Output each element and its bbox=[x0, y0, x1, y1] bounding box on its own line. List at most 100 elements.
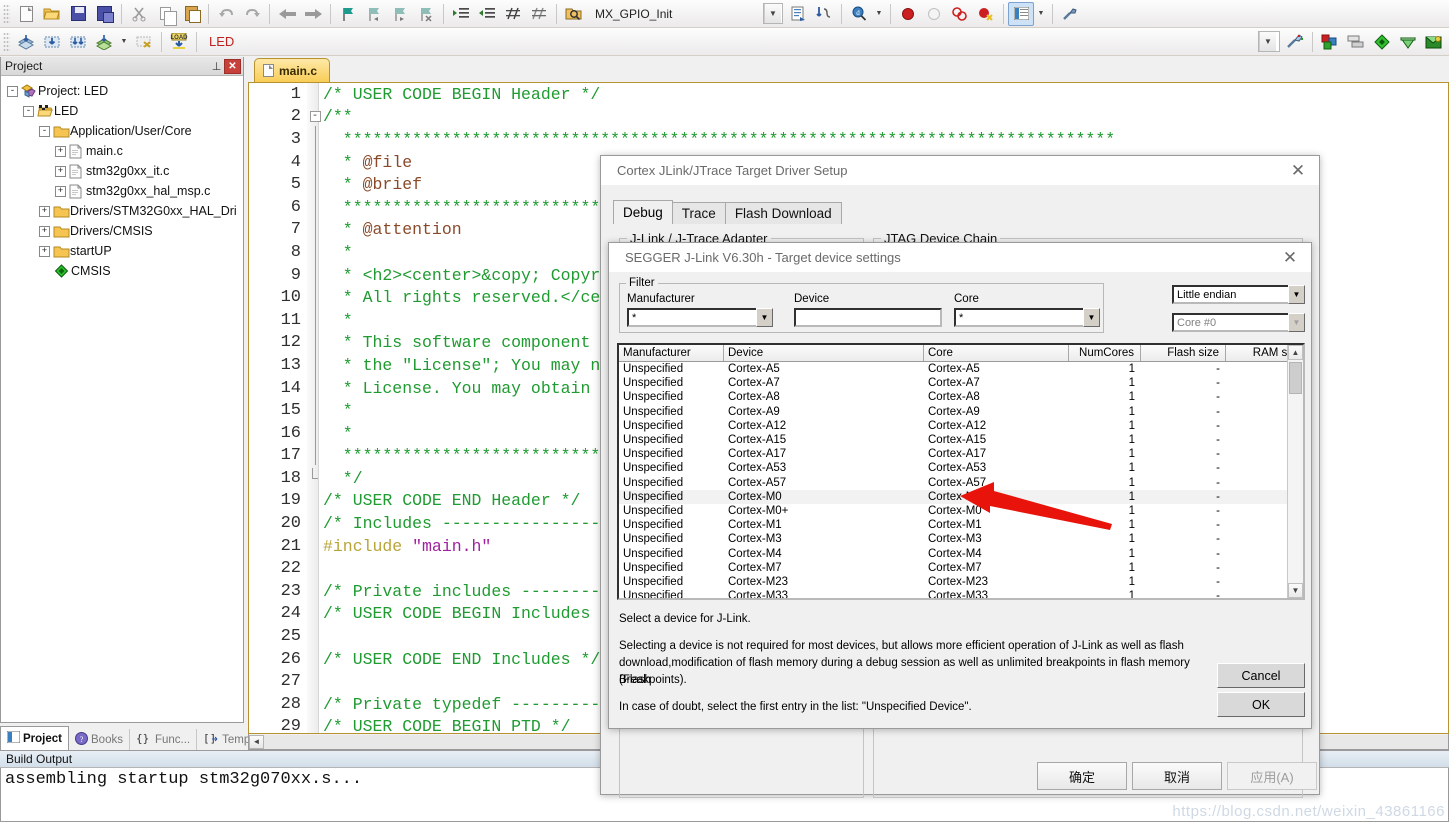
find-options-dropdown[interactable]: ▼ bbox=[872, 2, 886, 26]
panel-tab-project[interactable]: Project bbox=[0, 726, 69, 750]
tree-item-cmsis[interactable]: CMSIS bbox=[7, 261, 243, 281]
device-row[interactable]: UnspecifiedCortex-M0Cortex-M01-- bbox=[619, 489, 1303, 504]
indent-left-icon[interactable] bbox=[474, 2, 500, 26]
manufacturer-filter-combo[interactable]: * ▼ bbox=[627, 308, 773, 327]
device-row[interactable]: UnspecifiedCortex-A7Cortex-A71-- bbox=[619, 376, 1303, 390]
tree-item-project-led[interactable]: - Project: LED bbox=[7, 81, 243, 101]
endianness-combo[interactable]: Little endian ▼ bbox=[1172, 285, 1305, 304]
device-row[interactable]: UnspecifiedCortex-A8Cortex-A81-- bbox=[619, 390, 1303, 404]
device-table-scrollbar[interactable]: ▲ ▼ bbox=[1287, 345, 1303, 598]
column-header-manufacturer[interactable]: Manufacturer bbox=[619, 345, 724, 361]
column-header-core[interactable]: Core bbox=[924, 345, 1069, 361]
save-icon[interactable] bbox=[65, 2, 91, 26]
expand-icon[interactable]: + bbox=[39, 205, 50, 217]
collapse-icon[interactable]: - bbox=[39, 125, 50, 137]
bookmark-next-icon[interactable] bbox=[387, 2, 413, 26]
device-row[interactable]: UnspecifiedCortex-M7Cortex-M71-- bbox=[619, 561, 1303, 575]
find-in-files-icon[interactable]: d bbox=[846, 2, 872, 26]
rebuild-icon[interactable] bbox=[65, 30, 91, 54]
pack-installer-green-icon[interactable] bbox=[1421, 30, 1447, 54]
driver-tab-flash-download[interactable]: Flash Download bbox=[724, 202, 842, 224]
function-combo-dropdown[interactable]: ▼ bbox=[763, 3, 783, 24]
disable-all-breakpoints-icon[interactable] bbox=[947, 2, 973, 26]
manage-project-items-icon[interactable] bbox=[1317, 30, 1343, 54]
expand-icon[interactable]: + bbox=[55, 165, 66, 177]
remove-component-icon[interactable] bbox=[1369, 30, 1395, 54]
project-window-icon[interactable] bbox=[1008, 1, 1034, 26]
uncomment-icon[interactable] bbox=[526, 2, 552, 26]
tree-item-led[interactable]: - LED bbox=[7, 101, 243, 121]
comment-icon[interactable] bbox=[500, 2, 526, 26]
device-row[interactable]: UnspecifiedCortex-M23Cortex-M231-- bbox=[619, 575, 1303, 589]
device-row[interactable]: UnspecifiedCortex-M0+Cortex-M01-- bbox=[619, 504, 1303, 518]
driver-tab-trace[interactable]: Trace bbox=[671, 202, 726, 224]
bookmark-prev-icon[interactable] bbox=[361, 2, 387, 26]
collapse-icon[interactable]: - bbox=[23, 105, 34, 117]
copy-icon[interactable] bbox=[152, 2, 178, 26]
translate-icon[interactable] bbox=[13, 30, 39, 54]
toolbar-grip[interactable] bbox=[3, 3, 10, 24]
cancel-button[interactable]: 取消 bbox=[1132, 762, 1222, 790]
close-icon[interactable]: ✕ bbox=[1277, 156, 1319, 185]
tree-item-startup[interactable]: + startUP bbox=[7, 241, 243, 261]
device-row[interactable]: UnspecifiedCortex-M33Cortex-M331-- bbox=[619, 589, 1303, 598]
open-file-icon[interactable] bbox=[39, 2, 65, 26]
device-row[interactable]: UnspecifiedCortex-A17Cortex-A171-- bbox=[619, 447, 1303, 461]
tree-item-drivers-stm32g0xx-hal-dri[interactable]: + Drivers/STM32G0xx_HAL_Dri bbox=[7, 201, 243, 221]
panel-tab-func[interactable]: {} Func... bbox=[130, 729, 198, 750]
cut-icon[interactable] bbox=[126, 2, 152, 26]
device-row[interactable]: UnspecifiedCortex-A57Cortex-A571-- bbox=[619, 476, 1303, 490]
redo-icon[interactable] bbox=[239, 2, 265, 26]
close-icon[interactable]: ✕ bbox=[1269, 243, 1311, 272]
disable-breakpoint-icon[interactable] bbox=[921, 2, 947, 26]
bookmark-clear-icon[interactable] bbox=[413, 2, 439, 26]
undo-icon[interactable] bbox=[213, 2, 239, 26]
function-browse-icon[interactable] bbox=[561, 2, 587, 26]
scroll-up-icon[interactable]: ▲ bbox=[1288, 345, 1303, 360]
target-options-icon[interactable] bbox=[1282, 30, 1308, 54]
chevron-down-icon[interactable]: ▼ bbox=[1288, 285, 1305, 304]
fold-marker[interactable]: - bbox=[307, 111, 323, 123]
tree-item-application-user-core[interactable]: - Application/User/Core bbox=[7, 121, 243, 141]
column-header-flash-size[interactable]: Flash size bbox=[1141, 345, 1226, 361]
scroll-track[interactable] bbox=[1288, 360, 1303, 583]
tree-item-main-c[interactable]: + main.c bbox=[7, 141, 243, 161]
segger-ok-button[interactable]: OK bbox=[1217, 692, 1305, 717]
expand-icon[interactable]: + bbox=[55, 185, 66, 197]
pack-installer-icon[interactable] bbox=[1395, 30, 1421, 54]
indent-right-icon[interactable] bbox=[448, 2, 474, 26]
expand-icon[interactable]: + bbox=[39, 225, 50, 237]
function-combo[interactable]: MX_GPIO_Init bbox=[589, 3, 759, 24]
forward-icon[interactable] bbox=[300, 2, 326, 26]
download-icon[interactable]: LOAD bbox=[166, 30, 192, 54]
build-icon[interactable] bbox=[39, 30, 65, 54]
segger-cancel-button[interactable]: Cancel bbox=[1217, 663, 1305, 688]
device-row[interactable]: UnspecifiedCortex-A9Cortex-A91-- bbox=[619, 405, 1303, 419]
tree-item-drivers-cmsis[interactable]: + Drivers/CMSIS bbox=[7, 221, 243, 241]
panel-tab-books[interactable]: ? Books bbox=[69, 729, 130, 750]
insert-breakpoint-icon[interactable] bbox=[895, 2, 921, 26]
new-file-icon[interactable] bbox=[13, 2, 39, 26]
ok-button[interactable]: 确定 bbox=[1037, 762, 1127, 790]
configure-icon[interactable] bbox=[1057, 2, 1083, 26]
manage-runtime-env-icon[interactable] bbox=[1343, 30, 1369, 54]
goto-next-icon[interactable] bbox=[811, 2, 837, 26]
device-table[interactable]: Manufacturer Device Core NumCores Flash size… bbox=[617, 343, 1305, 600]
device-row[interactable]: UnspecifiedCortex-M3Cortex-M31-- bbox=[619, 532, 1303, 546]
target-combo[interactable]: LED bbox=[203, 31, 353, 52]
save-all-icon[interactable] bbox=[91, 2, 117, 26]
target-combo-dropdown[interactable]: ▼ bbox=[1258, 31, 1280, 52]
column-header-numcores[interactable]: NumCores bbox=[1069, 345, 1141, 361]
back-icon[interactable] bbox=[274, 2, 300, 26]
tree-item-stm32g0xx-hal-msp-c[interactable]: + stm32g0xx_hal_msp.c bbox=[7, 181, 243, 201]
scroll-thumb[interactable] bbox=[1289, 362, 1302, 394]
scroll-down-icon[interactable]: ▼ bbox=[1288, 583, 1303, 598]
scroll-left-icon[interactable]: ◄ bbox=[249, 734, 264, 749]
toolbar-grip[interactable] bbox=[3, 31, 10, 52]
batch-build-dropdown[interactable]: ▼ bbox=[117, 30, 131, 54]
device-row[interactable]: UnspecifiedCortex-M4Cortex-M41-- bbox=[619, 546, 1303, 560]
column-header-device[interactable]: Device bbox=[724, 345, 924, 361]
device-row[interactable]: UnspecifiedCortex-A15Cortex-A151-- bbox=[619, 433, 1303, 447]
paste-icon[interactable] bbox=[178, 2, 204, 26]
chevron-down-icon[interactable]: ▼ bbox=[756, 308, 773, 327]
